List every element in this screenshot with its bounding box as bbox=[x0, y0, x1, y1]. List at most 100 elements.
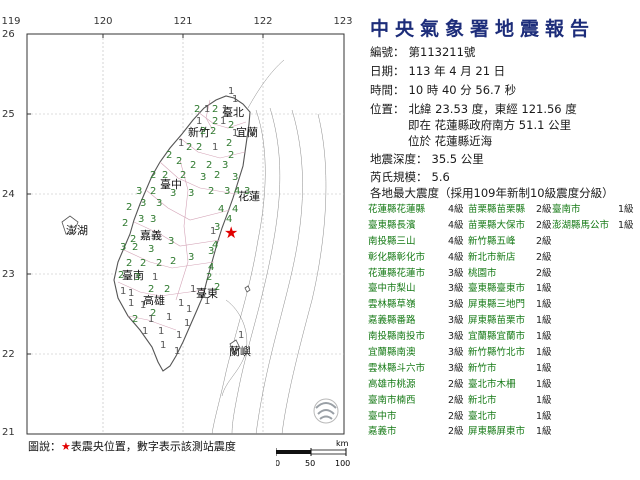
station-intensity: 4級 bbox=[448, 235, 464, 247]
station-intensity-value: 2 bbox=[190, 160, 197, 171]
station-intensity-value: 2 bbox=[200, 126, 207, 137]
station-intensity: 2級 bbox=[448, 426, 464, 438]
report-location-line1: 即在 花蓮縣政府南方 51.1 公里 bbox=[408, 118, 572, 132]
report-magnitude-value: 5.6 bbox=[431, 170, 450, 184]
station-region: 臺南市楠西 bbox=[368, 394, 416, 406]
report-location-line2: 位於 花蓮縣近海 bbox=[408, 134, 493, 148]
station-intensity-value: 1 bbox=[152, 272, 159, 283]
station-region: 新竹縣竹北市 bbox=[468, 347, 526, 359]
station-intensity-value: 2 bbox=[210, 126, 217, 137]
station-region: 臺東縣臺東市 bbox=[468, 283, 526, 295]
station-intensity: 2級 bbox=[448, 410, 464, 422]
cwa-logo bbox=[313, 398, 339, 424]
station-row: 臺中市梨山 3級 臺東縣臺東市 1級 bbox=[368, 279, 640, 295]
station-intensity-value: 2 bbox=[126, 202, 133, 213]
legend-star-icon: ★ bbox=[61, 440, 71, 453]
station-intensity: 2級 bbox=[536, 267, 552, 279]
station-intensity-value: 1 bbox=[220, 116, 227, 127]
lat-label: 23 bbox=[2, 269, 15, 280]
station-region: 花蓮縣花蓮縣 bbox=[368, 204, 426, 215]
station-intensity-value: 3 bbox=[222, 160, 229, 171]
scale-tick: 50 bbox=[305, 459, 315, 468]
station-row: 嘉義市 2級 屏東縣屏東市 1級 bbox=[368, 422, 640, 438]
station-region: 嘉義縣番路 bbox=[368, 315, 416, 327]
report-number-value: 第113211號 bbox=[408, 45, 476, 59]
station-intensity-value: 2 bbox=[196, 142, 203, 153]
station-intensity-value: 1 bbox=[204, 104, 211, 115]
station-region: 南投縣南投市 bbox=[368, 331, 426, 343]
station-row: 嘉義縣番路 3級 屏東縣苗栗市 1級 bbox=[368, 311, 640, 327]
station-region: 花蓮縣花蓮市 bbox=[368, 267, 426, 279]
station-intensity-value: 3 bbox=[224, 186, 231, 197]
station-intensity-value: 3 bbox=[232, 172, 239, 183]
station-intensity-value: 1 bbox=[238, 330, 245, 341]
station-intensity-value: 3 bbox=[134, 272, 141, 283]
intensity-map: ★ 119 120 121 122 123 26 25 24 23 22 21 … bbox=[0, 0, 356, 480]
station-intensity-value: 3 bbox=[188, 252, 195, 263]
legend-note-text: 表震央位置，數字表示該測站震度 bbox=[70, 440, 236, 453]
station-intensity-value: 3 bbox=[156, 198, 163, 209]
station-region: 臺中市梨山 bbox=[368, 283, 416, 295]
report-magnitude-row: 芮氏規模： 5.6 bbox=[370, 169, 450, 185]
station-intensity-value: 2 bbox=[206, 272, 213, 283]
station-intensity-value: 1 bbox=[128, 298, 135, 309]
station-region: 雲林縣斗六市 bbox=[368, 362, 426, 374]
station-intensity-value: 2 bbox=[150, 170, 157, 181]
station-intensity-value: 3 bbox=[150, 214, 157, 225]
station-row: 花蓮縣花蓮縣 4級 苗栗縣苗栗縣 2級 臺南市 1級 bbox=[368, 200, 640, 216]
lat-label: 25 bbox=[2, 109, 15, 120]
place-label-tainan: 臺南 bbox=[122, 269, 144, 282]
station-row: 南投縣南投市 3級 宜蘭縣宜蘭市 1級 bbox=[368, 327, 640, 343]
station-region: 臺東縣長濱 bbox=[368, 219, 416, 231]
report-depth-row: 地震深度： 35.5 公里 bbox=[370, 151, 484, 167]
lat-label: 22 bbox=[2, 349, 15, 360]
station-intensity-value: 2 bbox=[132, 314, 139, 325]
epicenter-star-icon: ★ bbox=[224, 223, 238, 242]
station-intensity: 3級 bbox=[448, 331, 464, 343]
station-intensity-value: 2 bbox=[228, 150, 235, 161]
station-region: 臺北市木柵 bbox=[468, 378, 516, 390]
station-row: 雲林縣斗六市 3級 新竹市 1級 bbox=[368, 359, 640, 375]
station-intensity-value: 2 bbox=[194, 104, 201, 115]
report-time-row: 時間： 10 時 40 分 56.7 秒 bbox=[370, 82, 516, 98]
station-intensity-value: 4 bbox=[234, 186, 241, 197]
station-intensity-value: 4 bbox=[226, 214, 233, 225]
report-time-value: 10 時 40 分 56.7 秒 bbox=[408, 83, 517, 97]
station-intensity-value: 3 bbox=[208, 246, 215, 257]
scale-bar-graphic: km 0 50 100 bbox=[275, 439, 350, 468]
station-intensity-value: 2 bbox=[156, 258, 163, 269]
station-intensity-value: 3 bbox=[168, 236, 175, 247]
station-row: 高雄市桃源 2級 臺北市木柵 1級 bbox=[368, 375, 640, 391]
station-intensity: 2級 bbox=[536, 251, 552, 263]
station-intensity: 1級 bbox=[618, 219, 634, 231]
map-legend-note: 圖說：★表震央位置，數字表示該測站震度 bbox=[28, 438, 236, 454]
station-intensity-value: 1 bbox=[190, 284, 197, 295]
station-intensity-value: 3 bbox=[148, 244, 155, 255]
station-row: 雲林縣草嶺 3級 屏東縣三地門 1級 bbox=[368, 295, 640, 311]
station-intensity: 3級 bbox=[448, 299, 464, 311]
station-intensity: 1級 bbox=[536, 347, 552, 359]
report-depth-value: 35.5 公里 bbox=[431, 152, 484, 166]
lon-label: 122 bbox=[253, 16, 273, 27]
station-intensity-value: 2 bbox=[118, 270, 125, 281]
station-row: 彰化縣彰化市 4級 新北市新店 2級 bbox=[368, 248, 640, 264]
report-title: 中央氣象署地震報告 bbox=[370, 18, 596, 40]
station-region: 桃園市 bbox=[468, 267, 497, 279]
station-region: 新竹縣五峰 bbox=[468, 235, 516, 247]
report-position-label: 位置： bbox=[370, 102, 405, 116]
station-intensity-value: 2 bbox=[132, 242, 139, 253]
station-intensity-value: 1 bbox=[174, 346, 181, 357]
station-region: 高雄市桃源 bbox=[368, 378, 416, 390]
station-intensity: 1級 bbox=[536, 410, 552, 422]
station-intensity: 1級 bbox=[536, 283, 552, 295]
lat-label: 21 bbox=[2, 427, 15, 438]
station-intensity-value: 2 bbox=[140, 258, 147, 269]
station-intensity-value: 3 bbox=[188, 188, 195, 199]
station-row: 花蓮縣花蓮市 3級 桃園市 2級 bbox=[368, 264, 640, 280]
station-intensity-value: 1 bbox=[166, 312, 173, 323]
station-intensity: 2級 bbox=[536, 204, 552, 215]
station-intensity: 3級 bbox=[448, 283, 464, 295]
station-region: 澎湖縣馬公市 bbox=[552, 219, 610, 231]
station-intensity-value: 2 bbox=[208, 186, 215, 197]
station-intensity: 3級 bbox=[448, 267, 464, 279]
